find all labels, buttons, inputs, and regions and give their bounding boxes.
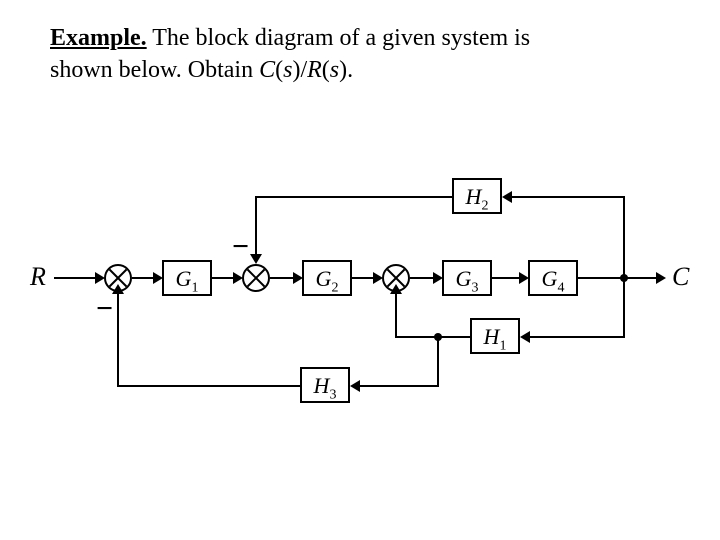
block-G4: G4 bbox=[528, 260, 578, 296]
wire bbox=[510, 196, 625, 198]
wire bbox=[578, 277, 658, 279]
wire bbox=[395, 336, 470, 338]
wire bbox=[623, 278, 625, 338]
paren: ). bbox=[339, 57, 353, 83]
block-G3: G3 bbox=[442, 260, 492, 296]
summing-junction-2 bbox=[242, 264, 270, 292]
wire bbox=[623, 196, 625, 278]
text-line1: The block diagram of a given system is bbox=[147, 25, 530, 51]
block-G1: G1 bbox=[162, 260, 212, 296]
arrow-icon bbox=[350, 380, 360, 392]
R-sym: R bbox=[307, 57, 322, 83]
arrow-icon bbox=[502, 191, 512, 203]
arrow-icon bbox=[520, 331, 530, 343]
block-H3: H3 bbox=[300, 367, 350, 403]
block-H1: H1 bbox=[470, 318, 520, 354]
problem-statement: Example. The block diagram of a given sy… bbox=[50, 22, 670, 87]
output-label-C: C bbox=[672, 262, 689, 292]
arrow-icon bbox=[390, 284, 402, 294]
arrow-icon bbox=[112, 284, 124, 294]
wire bbox=[395, 292, 397, 338]
wire bbox=[255, 196, 257, 256]
paren: )/ bbox=[292, 57, 307, 83]
arrow-icon bbox=[250, 254, 262, 264]
input-label-R: R bbox=[30, 262, 46, 292]
text-line2a: shown below. Obtain bbox=[50, 57, 259, 83]
wire bbox=[437, 337, 439, 387]
minus-sign: − bbox=[96, 292, 113, 326]
wire bbox=[528, 336, 625, 338]
paren: ( bbox=[275, 57, 283, 83]
minus-sign: − bbox=[232, 230, 249, 264]
block-H2: H2 bbox=[452, 178, 502, 214]
wire bbox=[117, 385, 300, 387]
block-diagram: R C − G1 − G2 G3 G4 bbox=[40, 170, 690, 440]
wire bbox=[358, 385, 439, 387]
wire bbox=[54, 277, 98, 279]
wire bbox=[117, 292, 119, 387]
example-label: Example. bbox=[50, 25, 147, 51]
wire bbox=[255, 196, 452, 198]
C-sym: C bbox=[259, 57, 275, 83]
arrow-icon bbox=[656, 272, 666, 284]
s-sym2: s bbox=[330, 57, 339, 83]
wire bbox=[492, 277, 522, 279]
paren: ( bbox=[322, 57, 330, 83]
block-G2: G2 bbox=[302, 260, 352, 296]
